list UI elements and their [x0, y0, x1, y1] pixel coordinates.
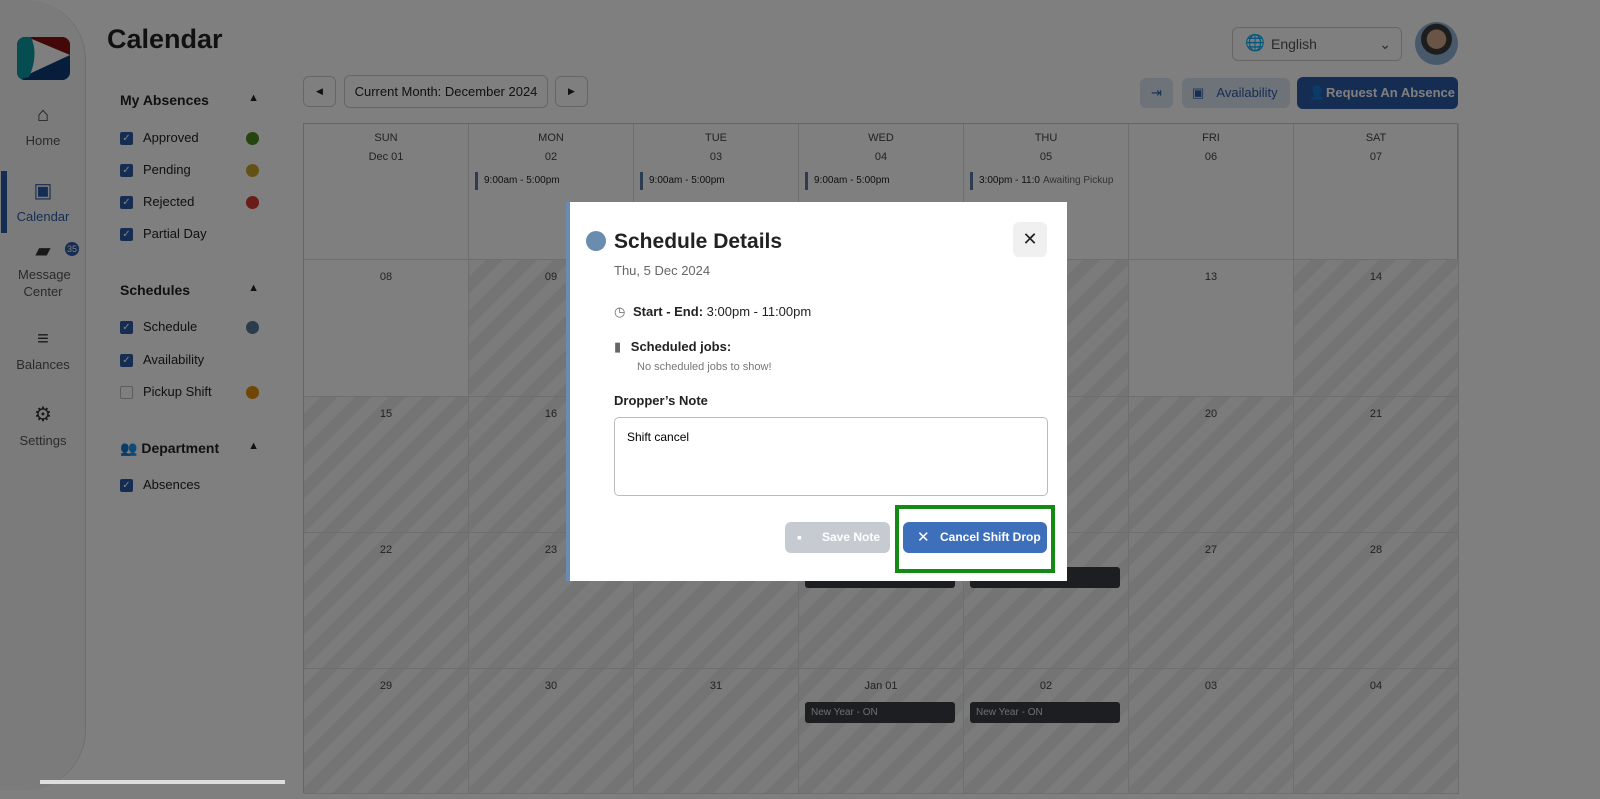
- no-jobs-text: No scheduled jobs to show!: [637, 361, 772, 373]
- highlight-box: [895, 505, 1055, 573]
- close-button[interactable]: ✕: [1013, 222, 1047, 257]
- save-note-button[interactable]: ▪ Save Note: [785, 522, 890, 553]
- dropper-note-input[interactable]: Shift cancel: [614, 417, 1048, 496]
- close-icon: ✕: [1022, 229, 1038, 249]
- horizontal-scrollbar[interactable]: [40, 780, 285, 784]
- schedule-color-dot: [586, 231, 606, 251]
- scheduled-jobs-row: ▮ Scheduled jobs:: [614, 339, 732, 354]
- note-label: Dropper’s Note: [614, 393, 708, 408]
- modal-date: Thu, 5 Dec 2024: [614, 263, 711, 278]
- clock-icon: ◷: [614, 304, 626, 319]
- save-icon: ▪: [797, 529, 802, 545]
- modal-title: Schedule Details: [614, 230, 783, 253]
- start-end-row: ◷ Start - End: 3:00pm - 11:00pm: [614, 304, 812, 319]
- briefcase-icon: ▮: [614, 339, 622, 354]
